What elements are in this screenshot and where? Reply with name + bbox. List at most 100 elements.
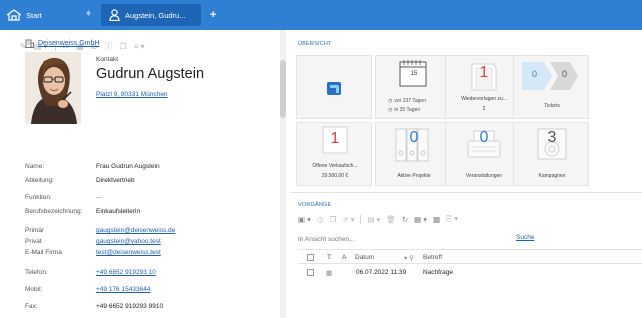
field-label-beruf: Berufsbezeichnung: — [25, 208, 83, 215]
sort-filter-icon[interactable]: ▾ ⚲ — [404, 254, 414, 262]
export-icon[interactable]: ⎘ ▾ — [446, 214, 458, 224]
tab-contact-label: Augstein, Gudru... — [125, 10, 186, 20]
card-aktive-projekte[interactable]: 0 Aktive Projekte — [375, 122, 451, 186]
contact-photo — [25, 52, 81, 124]
table-icon[interactable]: ▩ — [433, 215, 440, 224]
card-calendar[interactable]: 15 ◷ vor 237 Tagen ◷ in 35 Tagen — [375, 55, 451, 119]
wiedervorlagen-sub: 2 — [482, 106, 486, 112]
ticket-arrows-icon — [522, 62, 578, 90]
tickets-open-count: 0 — [532, 69, 538, 79]
person-icon — [109, 9, 120, 21]
vorgaenge-toolbar: ▣ ▾ ◷ ❐ ⇗ ▾ ▤ ▾ 🗑 ↻ ▦ ▾ ▩ ⎘ ▾ — [298, 214, 458, 224]
column-attachment[interactable]: A — [342, 254, 346, 261]
tickets-closed-count: 0 — [562, 69, 568, 79]
info-icon[interactable]: ⓘ — [104, 41, 112, 52]
field-label-fax: Fax: — [25, 303, 38, 310]
offene-count: 1 — [330, 130, 340, 147]
address-link[interactable]: Platzl 9, 80331 München — [96, 91, 168, 98]
wiedervorlagen-label: Wiedervorlagen zu... — [461, 96, 507, 102]
field-label-name: Name: — [25, 163, 45, 170]
forward-icon[interactable]: ⇗ ▾ — [342, 215, 354, 224]
menu-icon[interactable]: ≡ ▾ — [134, 42, 145, 51]
mobile-link[interactable]: +49 176 15433644 — [96, 286, 150, 293]
company-name: Deisenweiss GmbH — [38, 40, 100, 47]
card-kampagnen[interactable]: 3 Kampagnen — [513, 122, 589, 186]
card-offene-verkaufschancen[interactable]: 1 Offene Verkaufsch... 29.500,00 € — [296, 122, 372, 186]
row-checkbox[interactable] — [307, 269, 314, 276]
row-subject: Nachfrage — [423, 269, 453, 276]
field-value-name: Frau Gudrun Augstein — [96, 163, 160, 170]
field-label-primaer: Primär — [25, 227, 45, 234]
scrollbar-thumb[interactable] — [280, 60, 286, 118]
building-icon — [25, 39, 34, 48]
search-link[interactable]: Suche — [516, 234, 534, 241]
projekte-label: Aktive Projekte — [397, 173, 431, 179]
top-tab-bar: Start ♦ Augstein, Gudru... + — [0, 0, 642, 30]
section-divider — [290, 192, 642, 193]
field-label-abteilung: Abteilung: — [25, 177, 54, 184]
tab-contact[interactable]: Augstein, Gudru... — [101, 4, 201, 26]
veranstaltungen-count: 0 — [479, 129, 489, 146]
toolbar-divider — [360, 214, 362, 224]
app-logo-icon — [327, 82, 341, 95]
contact-type: Kontakt — [96, 56, 119, 63]
vorgaenge-heading: VORGÄNGE — [298, 202, 332, 208]
home-icon — [6, 9, 22, 21]
row-date: 06.07.2022 11:39 — [356, 269, 407, 276]
kampagnen-label: Kampagnen — [538, 173, 566, 179]
delete-icon[interactable]: 🗑 — [386, 215, 396, 224]
card-wiedervorlagen[interactable]: 1 Wiedervorlagen zu... 2 — [445, 55, 521, 119]
add-tab-button[interactable]: + — [210, 6, 216, 24]
copy-icon[interactable]: ❐ — [119, 42, 126, 51]
print-icon[interactable]: ▤ ▾ — [367, 215, 380, 224]
company-link[interactable]: Deisenweiss GmbH — [25, 39, 99, 48]
veranstaltungen-label: Veranstaltungen — [465, 173, 503, 179]
tab-start[interactable]: Start — [6, 6, 42, 24]
kampagnen-count: 3 — [547, 129, 557, 146]
wiedervorlagen-count: 1 — [479, 64, 489, 81]
new-document-icon[interactable]: ▣ ▾ — [298, 215, 311, 224]
field-label-email-firma: E-Mail Firma — [25, 249, 62, 256]
clock-icon: ◷ — [388, 107, 393, 113]
table-row-divider — [298, 263, 642, 264]
card-tickets[interactable]: 0 0 Tickets — [513, 55, 589, 119]
clock-icon: ◷ — [388, 98, 393, 104]
column-type[interactable]: T: — [327, 254, 332, 261]
phone-link[interactable]: +49 6652 919293 10 — [96, 269, 156, 276]
card-app[interactable] — [296, 55, 372, 119]
field-label-mobil: Mobil: — [25, 286, 43, 293]
field-value-fax: +49 6652 919293 9910 — [96, 303, 164, 310]
left-scrollbar[interactable] — [280, 30, 286, 318]
card-veranstaltungen[interactable]: 0 Veranstaltungen — [445, 122, 521, 186]
column-betreff[interactable]: Betreff — [423, 254, 442, 261]
field-value-beruf: Einkaufsleiterin — [96, 208, 141, 215]
field-label-telefon: Telefon: — [25, 269, 48, 276]
email-private-link[interactable]: gaugstein@yahoo.test — [96, 238, 161, 245]
email-primary-link[interactable]: gaugstein@deisenweiss.de — [96, 227, 175, 234]
search-input[interactable] — [298, 234, 508, 244]
email-company-link[interactable]: test@deisenweiss.test — [96, 249, 161, 256]
grid-icon[interactable]: ▦ ▾ — [414, 215, 427, 224]
projekte-count: 0 — [409, 129, 419, 146]
field-label-privat: Privat — [25, 238, 42, 245]
overview-heading: ÜBERSICHT — [298, 41, 332, 47]
offene-label: Offene Verkaufsch... — [312, 163, 358, 169]
column-datum[interactable]: Datum — [355, 254, 374, 261]
table-header-divider — [298, 249, 642, 250]
field-label-funktion: Funktion: — [25, 194, 52, 201]
clock-icon[interactable]: ◷ — [317, 215, 324, 224]
document-icon: ▦ — [326, 270, 333, 277]
calendar-future: ◷ in 35 Tagen — [388, 107, 421, 113]
pin-icon: ♦ — [86, 8, 92, 19]
tab-start-label: Start — [26, 10, 42, 20]
copy-icon[interactable]: ❐ — [329, 215, 336, 224]
contact-name: Gudrun Augstein — [96, 66, 205, 82]
offene-value: 29.500,00 € — [321, 173, 349, 179]
calendar-past: ◷ vor 237 Tagen — [388, 98, 426, 104]
tickets-label: Tickets — [544, 103, 560, 109]
refresh-icon[interactable]: ↻ — [402, 215, 408, 224]
calendar-day: 15 — [410, 71, 418, 77]
field-value-abteilung: Direktvertrieb — [96, 177, 135, 184]
field-value-funktion: — — [96, 194, 103, 201]
select-all-checkbox[interactable] — [307, 254, 314, 261]
